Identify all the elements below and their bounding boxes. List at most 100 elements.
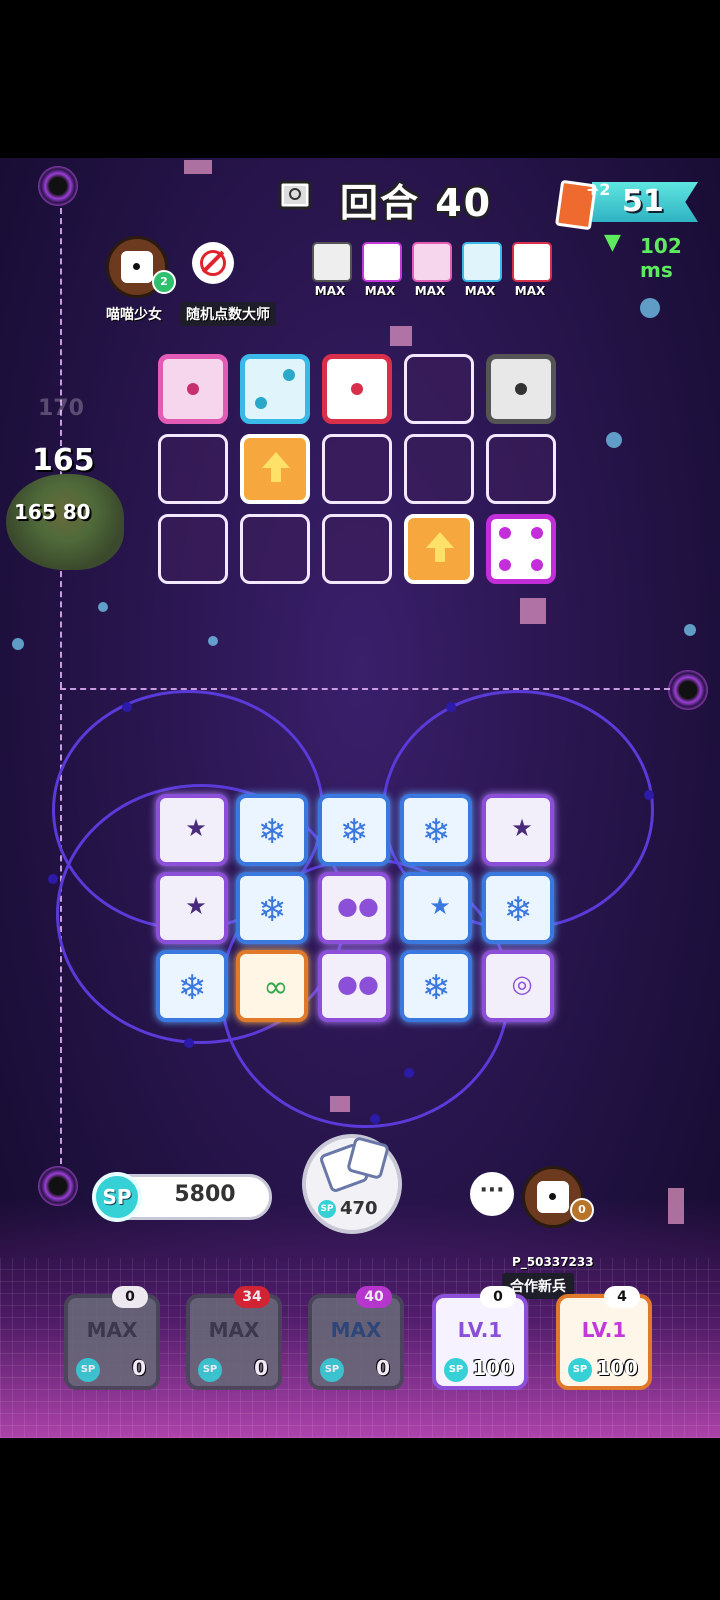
player-die-ice[interactable]: ❄ xyxy=(236,872,308,944)
player-die-ice[interactable]: ❄ xyxy=(400,794,472,866)
player-die-ice[interactable]: ★ xyxy=(400,872,472,944)
deck-level: LV.1 xyxy=(581,1318,627,1342)
snowflake-icon: ❄ xyxy=(257,890,287,930)
deck-cost: 0 xyxy=(132,1356,146,1380)
player-die-star[interactable]: ★ xyxy=(156,794,228,866)
star-icon: ★ xyxy=(185,892,207,920)
orbit-dot xyxy=(48,874,58,884)
portal-icon xyxy=(38,1166,78,1206)
game-screen: 回合 40 +2 51 ▼ 102 ms 2 喵喵少女 随机点数大师 MAX M… xyxy=(0,158,720,1438)
enemy-path xyxy=(60,688,670,690)
opponent-die-ice xyxy=(240,354,310,424)
ping-readout: 102 ms xyxy=(640,234,682,282)
arrow-up-icon xyxy=(426,532,454,548)
deck-level: MAX xyxy=(86,1318,138,1342)
opponent-deck-level: MAX xyxy=(314,284,346,298)
sparkle xyxy=(684,624,696,636)
opponent-empty-slot xyxy=(158,514,228,584)
player-rank-badge: 0 xyxy=(570,1198,594,1222)
die-face-icon xyxy=(121,251,153,283)
pixel-block xyxy=(390,326,412,346)
snowflake-icon: ❄ xyxy=(503,890,533,930)
deck-cost: 0 xyxy=(376,1356,390,1380)
opponent-empty-slot xyxy=(322,514,392,584)
deck-slot-3[interactable]: 40 MAX SP 0 xyxy=(308,1286,404,1390)
sparkle xyxy=(640,298,660,318)
player-die-ice[interactable]: ❄ xyxy=(400,950,472,1022)
card-bonus: +2 xyxy=(586,180,611,199)
sp-icon: SP xyxy=(568,1358,592,1382)
deck-cost: 100 xyxy=(472,1356,514,1380)
sparkle xyxy=(98,602,108,612)
opponent-name: 喵喵少女 xyxy=(106,307,162,323)
player-die-ice[interactable]: ❄ xyxy=(482,872,554,944)
opponent-rank-badge: 2 xyxy=(152,270,176,294)
deck-slot-2[interactable]: 34 MAX SP 0 xyxy=(186,1286,282,1390)
deck-badge: 0 xyxy=(480,1286,516,1308)
deck-badge: 0 xyxy=(112,1286,148,1308)
pixel-block xyxy=(520,598,546,624)
infinity-icon: ∞ xyxy=(263,970,289,1005)
opponent-empty-slot xyxy=(240,514,310,584)
pixel-block xyxy=(668,1188,684,1224)
opponent-upgrade-slot xyxy=(404,514,474,584)
opponent-empty-slot xyxy=(404,434,474,504)
boss-hp: 165 80 xyxy=(14,500,91,524)
player-die-star[interactable]: ★ xyxy=(156,872,228,944)
portal-icon xyxy=(668,670,708,710)
deck-level: MAX xyxy=(330,1318,382,1342)
player-die-purple[interactable]: ●● xyxy=(318,950,390,1022)
player-die-ice[interactable]: ❄ xyxy=(236,794,308,866)
sparkle xyxy=(606,432,622,448)
player-name: P_50337233 xyxy=(512,1255,594,1269)
wifi-icon: ▼ xyxy=(604,230,621,255)
no-emote-icon[interactable] xyxy=(192,242,234,284)
player-die-purple[interactable]: ●● xyxy=(318,872,390,944)
deck-slot-5[interactable]: 4 LV.1 SP 100 xyxy=(556,1286,652,1390)
opponent-die-clock xyxy=(486,354,556,424)
player-die-purple[interactable]: ◎ xyxy=(482,950,554,1022)
star-icon: ★ xyxy=(511,814,533,842)
roll-cost: 470 xyxy=(340,1198,378,1219)
pips-icon: ●● xyxy=(337,970,379,998)
orbit-dot xyxy=(370,1114,380,1124)
snowflake-icon: ❄ xyxy=(257,812,287,852)
opponent-deck-level: MAX xyxy=(364,284,396,298)
opponent-empty-slot xyxy=(322,434,392,504)
die-face-icon xyxy=(537,1181,569,1213)
opponent-deck-die-pink xyxy=(412,242,452,282)
opponent-deck-level: MAX xyxy=(414,284,446,298)
sp-icon: SP xyxy=(198,1358,222,1382)
guide-book-icon[interactable] xyxy=(276,178,316,214)
deck-badge: 4 xyxy=(604,1286,640,1308)
orb-icon: ◎ xyxy=(511,970,533,998)
deck-badge: 34 xyxy=(234,1286,270,1308)
snowflake-icon: ❄ xyxy=(421,968,451,1008)
sparkle xyxy=(208,636,218,646)
opponent-deck-die-blue xyxy=(462,242,502,282)
orbit-dot xyxy=(122,702,132,712)
sparkle xyxy=(12,638,24,650)
deck-cost: 0 xyxy=(254,1356,268,1380)
snowflake-icon: ❄ xyxy=(339,812,369,852)
opponent-upgrade-slot xyxy=(240,434,310,504)
arrow-stem xyxy=(435,548,445,562)
chat-button[interactable]: ··· xyxy=(470,1172,514,1216)
player-die-infinity[interactable]: ∞ xyxy=(236,950,308,1022)
snowflake-icon: ❄ xyxy=(421,812,451,852)
pixel-block xyxy=(184,160,212,174)
deck-slot-4[interactable]: 0 LV.1 SP 100 xyxy=(432,1286,528,1390)
opponent-deck-die-purple xyxy=(362,242,402,282)
deck-slot-1[interactable]: 0 MAX SP 0 xyxy=(64,1286,160,1390)
deck-level: LV.1 xyxy=(457,1318,503,1342)
orbit-dot xyxy=(446,702,456,712)
player-die-ice[interactable]: ❄ xyxy=(156,950,228,1022)
player-die-star[interactable]: ★ xyxy=(482,794,554,866)
orbit-dot xyxy=(644,790,654,800)
star-icon: ★ xyxy=(185,814,207,842)
player-die-ice[interactable]: ❄ xyxy=(318,794,390,866)
opponent-deck-die-clock xyxy=(312,242,352,282)
opponent-deck-level: MAX xyxy=(514,284,546,298)
snowflake-icon: ❄ xyxy=(177,968,207,1008)
opponent-deck-die-red xyxy=(512,242,552,282)
